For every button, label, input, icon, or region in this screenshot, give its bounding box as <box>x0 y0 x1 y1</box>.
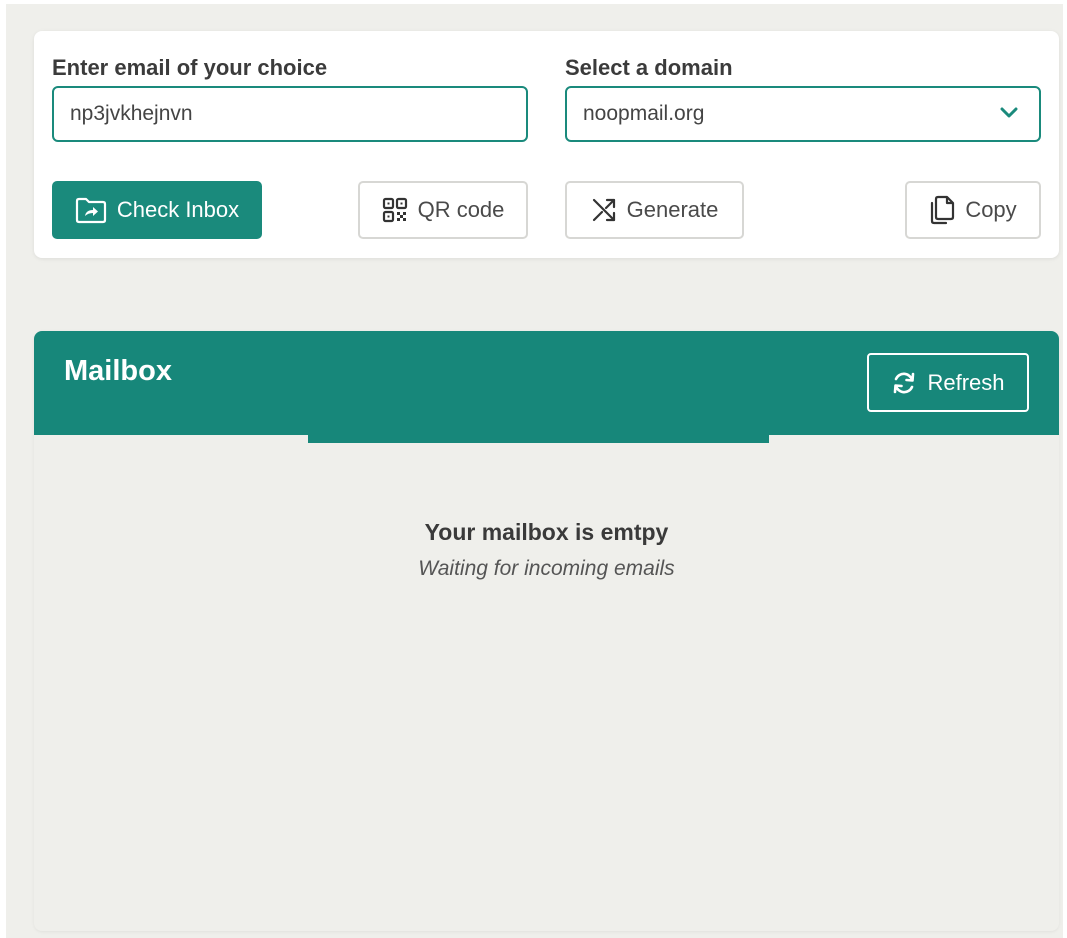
domain-select[interactable]: noopmail.org <box>565 86 1041 142</box>
chevron-down-icon <box>1000 107 1018 118</box>
check-inbox-button[interactable]: Check Inbox <box>52 181 262 239</box>
generate-button[interactable]: Generate <box>565 181 744 239</box>
qr-code-icon <box>382 197 407 223</box>
email-form-card: Enter email of your choice np3jvkhejnvn … <box>34 31 1059 258</box>
mailbox-panel: Mailbox Refresh Your mailbox is emtpy Wa… <box>34 331 1059 931</box>
email-input-value: np3jvkhejnvn <box>70 102 193 125</box>
empty-mailbox-title: Your mailbox is emtpy <box>424 519 669 545</box>
qr-code-label: QR code <box>417 197 505 222</box>
email-label: Enter email of your choice <box>52 55 328 80</box>
mailbox-title: Mailbox <box>64 355 172 387</box>
domain-label: Select a domain <box>565 55 733 80</box>
mailbox-tab-indicator <box>308 435 769 443</box>
domain-select-value: noopmail.org <box>583 102 705 125</box>
email-input[interactable]: np3jvkhejnvn <box>52 86 528 142</box>
copy-label: Copy <box>965 197 1017 222</box>
generate-label: Generate <box>626 197 719 222</box>
qr-code-button[interactable]: QR code <box>358 181 528 239</box>
refresh-button[interactable]: Refresh <box>867 353 1029 412</box>
copy-button[interactable]: Copy <box>905 181 1041 239</box>
check-inbox-label: Check Inbox <box>116 197 240 222</box>
empty-mailbox-subtitle: Waiting for incoming emails <box>418 557 675 580</box>
copy-icon <box>931 195 955 225</box>
refresh-icon <box>894 372 915 393</box>
refresh-label: Refresh <box>927 369 1005 395</box>
shuffle-icon <box>592 198 615 222</box>
folder-share-icon <box>75 197 106 224</box>
